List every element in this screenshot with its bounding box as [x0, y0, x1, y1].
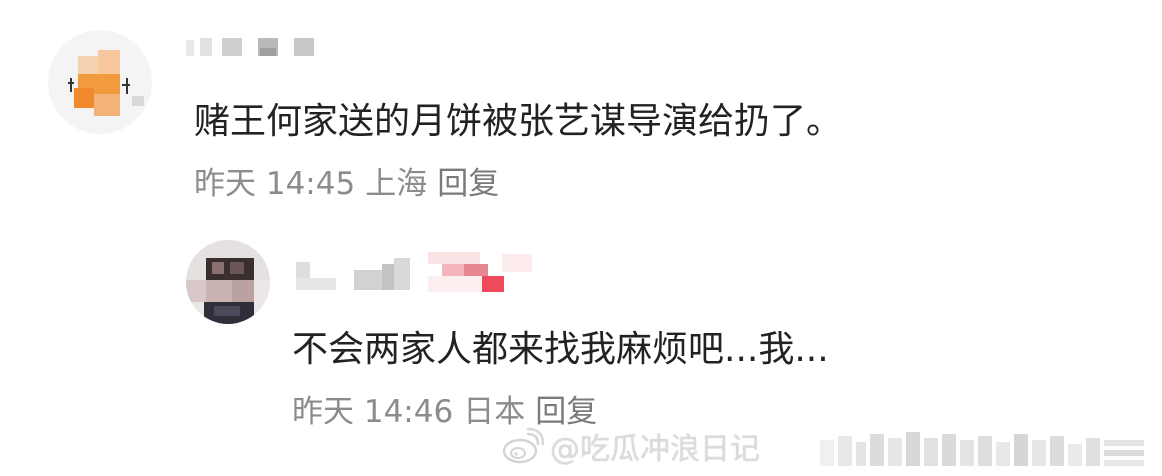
comment-meta: 昨天 14:45 上海 回复 [194, 162, 499, 206]
reply-text: 不会两家人都来找我麻烦吧...我... [292, 329, 829, 370]
commenter-username[interactable] [186, 34, 326, 58]
watermark-text: @吃瓜冲浪日记 [550, 432, 760, 467]
commenter-avatar[interactable] [48, 30, 152, 134]
decorative-bars [820, 432, 1144, 466]
reply-button[interactable]: 回复 [437, 166, 499, 202]
reply-avatar[interactable] [186, 240, 270, 324]
comment-text: 赌王何家送的月饼被张艺谋导演给扔了。 [194, 101, 843, 142]
reply-username[interactable] [296, 250, 536, 298]
weibo-logo-icon [502, 427, 544, 464]
watermark: @吃瓜冲浪日记 [500, 424, 760, 468]
reply-time: 昨天 14:46 [292, 394, 454, 430]
comment-location: 上海 [365, 166, 428, 202]
comment-time: 昨天 14:45 [194, 166, 356, 202]
